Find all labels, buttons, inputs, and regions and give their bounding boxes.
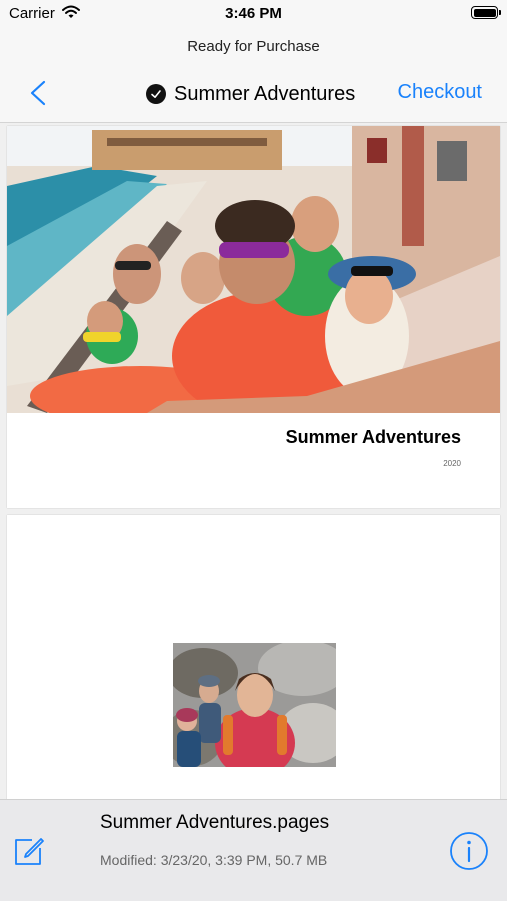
checkmark-icon [146, 84, 166, 104]
file-modified-info: Modified: 3/23/20, 3:39 PM, 50.7 MB [100, 852, 328, 868]
cover-title: Summer Adventures [285, 427, 461, 447]
bottom-toolbar: Summer Adventures.pages Modified: 3/23/2… [0, 799, 507, 901]
info-button[interactable] [449, 831, 489, 871]
navigation-bar: Ready for Purchase Summer Adventures Che… [0, 30, 507, 123]
edit-button[interactable] [12, 834, 46, 868]
checkout-button[interactable]: Checkout [398, 81, 483, 104]
cover-photo [7, 126, 500, 413]
document-canvas[interactable]: Summer Adventures 2020 [0, 123, 507, 799]
purchase-prompt: Ready for Purchase [187, 38, 320, 55]
back-chevron-icon [30, 80, 46, 106]
back-button[interactable] [24, 78, 54, 108]
page-cover[interactable]: Summer Adventures 2020 [7, 126, 500, 508]
status-bar: Carrier 3:46 PM [0, 0, 507, 30]
document-title-group: Summer Adventures [146, 80, 355, 108]
document-title: Summer Adventures [174, 82, 356, 105]
file-name: Summer Adventures.pages [100, 812, 330, 833]
hiking-photo [173, 643, 336, 767]
cover-year: 2020 [443, 459, 461, 468]
status-time: 3:46 PM [225, 5, 282, 22]
info-icon [450, 832, 488, 870]
battery-icon [471, 6, 501, 19]
edit-icon [15, 838, 44, 865]
page-two[interactable] [7, 515, 500, 799]
